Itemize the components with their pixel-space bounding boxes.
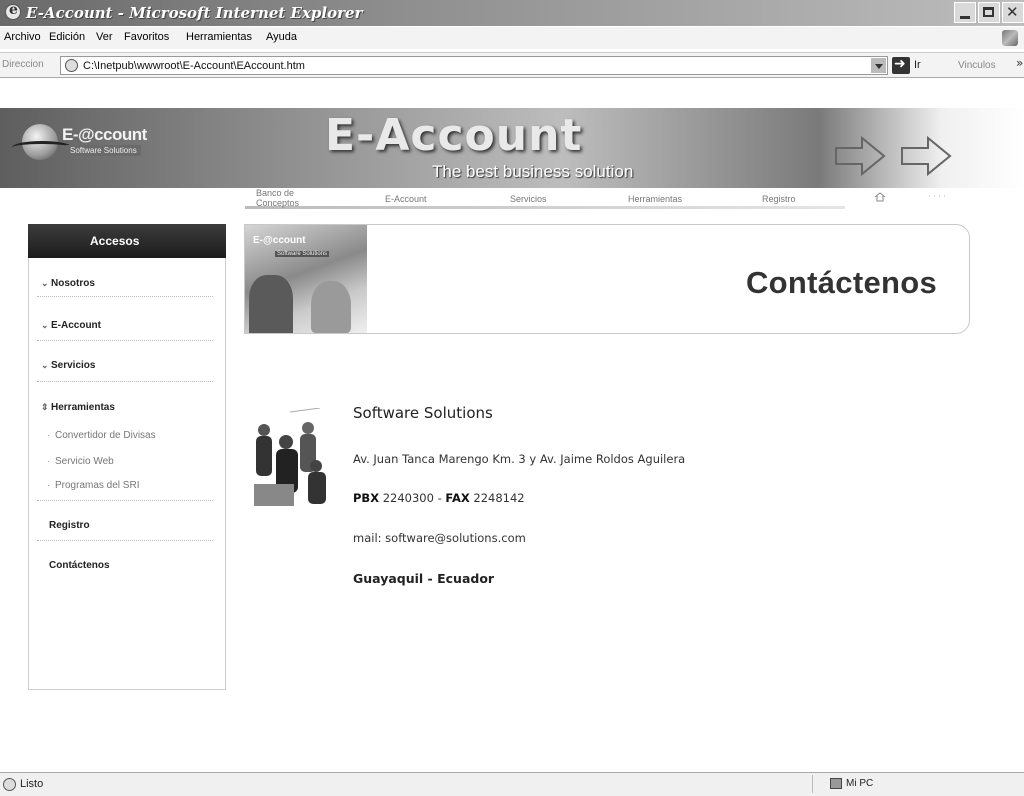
content-header: E-@ccount Software Solutions Contáctenos [244, 224, 970, 334]
sidebar-subitem-convertidor[interactable]: · Convertidor de Divisas [47, 430, 156, 441]
header-logo-subtitle: Software Solutions [275, 251, 330, 257]
sidebar-item-registro[interactable]: Registro [49, 520, 90, 531]
pbx-label: PBX [353, 491, 380, 505]
person-silhouette [311, 281, 351, 333]
ie-icon[interactable] [5, 2, 21, 20]
divider [37, 540, 213, 541]
zone-text: Mi PC [846, 778, 874, 789]
contact-phones: PBX 2240300 - FAX 2248142 [353, 491, 525, 505]
nav-dots: · · · · [928, 192, 946, 201]
site-logo-subtitle: Software Solutions [66, 145, 141, 156]
sidebar-item-e-account[interactable]: ⌄ E-Account [41, 320, 101, 331]
double-arrow-icon [835, 135, 952, 177]
address-label: Direccion [2, 59, 44, 70]
links-button[interactable]: Vinculos [958, 60, 996, 71]
divider [37, 500, 213, 501]
chevron-down-icon: ⌄ [41, 278, 49, 288]
nav-tab-servicios[interactable]: Servicios [510, 194, 547, 204]
address-input[interactable]: C:\Inetpub\wwwroot\E-Account\EAccount.ht… [60, 56, 888, 75]
address-dropdown-icon[interactable] [871, 58, 886, 73]
menu-bar: Archivo Edición Ver Favoritos Herramient… [0, 27, 1024, 49]
menu-herramientas[interactable]: Herramientas [186, 31, 252, 43]
chevron-down-icon: ⌄ [41, 320, 49, 330]
sidebar-item-nosotros[interactable]: ⌄ Nosotros [41, 278, 95, 289]
go-arrow-icon[interactable] [892, 56, 910, 74]
sidebar-item-servicios[interactable]: ⌄ Servicios [41, 360, 95, 371]
contact-city: Guayaquil - Ecuador [353, 571, 495, 586]
window-title: E-Account - Microsoft Internet Explorer [26, 4, 363, 22]
page-icon [65, 59, 78, 72]
nav-bar [245, 206, 845, 209]
site-tagline: The best business solution [432, 162, 634, 181]
site-nav: Banco de Conceptos E-Account Servicios H… [0, 188, 1024, 212]
menu-ayuda[interactable]: Ayuda [266, 31, 297, 43]
menu-edicion[interactable]: Edición [49, 31, 85, 43]
maximize-button[interactable] [978, 2, 1000, 23]
nav-tab-banco-conceptos[interactable]: Banco de Conceptos [256, 188, 299, 208]
sidebar: Accesos ⌄ Nosotros ⌄ E-Account ⌄ Servicios … [28, 224, 226, 690]
nav-tab-e-account[interactable]: E-Account [385, 194, 427, 204]
close-button[interactable] [1002, 2, 1024, 23]
sidebar-header-label: Accesos [90, 234, 140, 248]
contact-address: Av. Juan Tanca Marengo Km. 3 y Av. Jaime… [353, 452, 686, 466]
chevron-updown-icon: ⇕ [41, 402, 49, 412]
menu-ver[interactable]: Ver [96, 31, 113, 43]
contact-company: Software Solutions [353, 404, 493, 422]
address-url: C:\Inetpub\wwwroot\E-Account\EAccount.ht… [83, 60, 305, 72]
divider [37, 296, 213, 297]
links-more-icon[interactable]: » [1016, 56, 1023, 70]
divider [37, 340, 213, 341]
chevron-down-icon: ⌄ [41, 360, 49, 370]
status-text: Listo [20, 778, 44, 790]
sidebar-subitem-servicio-web[interactable]: · Servicio Web [47, 456, 114, 467]
header-image: E-@ccount Software Solutions [245, 225, 367, 333]
ie-status-icon [3, 778, 16, 791]
sidebar-item-contactenos[interactable]: Contáctenos [49, 560, 110, 571]
sidebar-item-herramientas[interactable]: ⇕ Herramientas [41, 402, 115, 413]
header-logo-text: E-@ccount [253, 235, 306, 246]
person-silhouette [249, 275, 293, 333]
page-title: Contáctenos [745, 265, 937, 300]
site-title: E-Account [325, 110, 583, 161]
fax-value: 2248142 [473, 491, 525, 505]
go-button[interactable]: Ir [914, 59, 921, 71]
divider [812, 775, 813, 793]
computer-icon [830, 778, 842, 789]
menu-archivo[interactable]: Archivo [4, 31, 41, 43]
pbx-value: 2240300 [382, 491, 434, 505]
windows-flag-icon [1002, 30, 1018, 46]
sidebar-subitem-programas-sri[interactable]: · Programas del SRI [47, 480, 139, 491]
site-logo-text[interactable]: E-@ccount [62, 125, 147, 145]
address-bar: Direccion C:\Inetpub\wwwroot\E-Account\E… [0, 52, 1024, 78]
phone-separator: - [437, 491, 442, 505]
status-bar: Listo Mi PC [0, 772, 1024, 796]
team-photo [250, 408, 328, 512]
divider [37, 381, 213, 382]
sidebar-header: Accesos [28, 224, 226, 258]
fax-label: FAX [445, 491, 470, 505]
minimize-button[interactable] [954, 2, 976, 23]
nav-tab-herramientas[interactable]: Herramientas [628, 194, 682, 204]
window-titlebar[interactable]: E-Account - Microsoft Internet Explorer [0, 0, 1024, 26]
contact-mail[interactable]: mail: software@solutions.com [353, 531, 526, 545]
nav-tab-registro[interactable]: Registro [762, 194, 796, 204]
menu-favoritos[interactable]: Favoritos [124, 31, 169, 43]
site-banner: E-@ccount Software Solutions E-Account T… [0, 108, 1024, 188]
home-icon[interactable] [874, 192, 886, 202]
